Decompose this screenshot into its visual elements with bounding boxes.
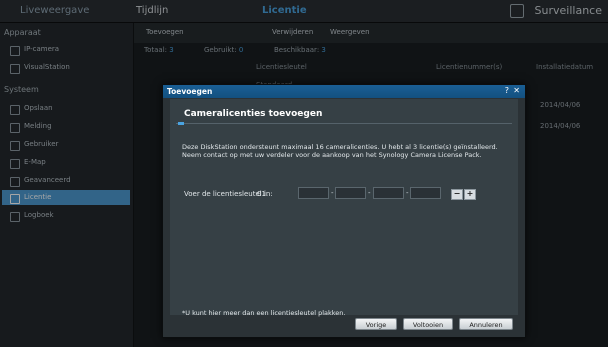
close-icon[interactable]: ✕ bbox=[513, 86, 520, 95]
remove-key-button[interactable]: − bbox=[451, 189, 463, 200]
help-icon[interactable]: ? bbox=[505, 86, 509, 95]
license-description: Deze DiskStation ondersteunt maximaal 16… bbox=[182, 143, 498, 159]
finish-button[interactable]: Voltooien bbox=[403, 318, 453, 330]
key-separator: - bbox=[368, 189, 371, 197]
dialog-title: Toevoegen bbox=[167, 87, 213, 96]
key-separator: - bbox=[331, 189, 334, 197]
license-key-index: 01. bbox=[257, 190, 269, 198]
step-title: Cameralicenties toevoegen bbox=[184, 109, 323, 119]
license-key-field-2[interactable] bbox=[335, 187, 366, 199]
paste-note: *U kunt hier meer dan een licentiesleute… bbox=[182, 309, 346, 317]
step-indicator bbox=[178, 122, 184, 125]
license-key-field-3[interactable] bbox=[373, 187, 404, 199]
license-key-field-1[interactable] bbox=[298, 187, 329, 199]
add-key-button[interactable]: + bbox=[464, 189, 476, 200]
dialog-titlebar: Toevoegen ? ✕ bbox=[163, 85, 525, 98]
add-license-dialog: Toevoegen ? ✕ Cameralicenties toevoegen … bbox=[162, 84, 526, 338]
key-separator: - bbox=[406, 189, 409, 197]
previous-button[interactable]: Vorige bbox=[355, 318, 397, 330]
cancel-button[interactable]: Annuleren bbox=[459, 318, 513, 330]
license-key-field-4[interactable] bbox=[410, 187, 441, 199]
dialog-body: Cameralicenties toevoegen Deze DiskStati… bbox=[170, 99, 518, 317]
step-divider bbox=[176, 123, 512, 124]
